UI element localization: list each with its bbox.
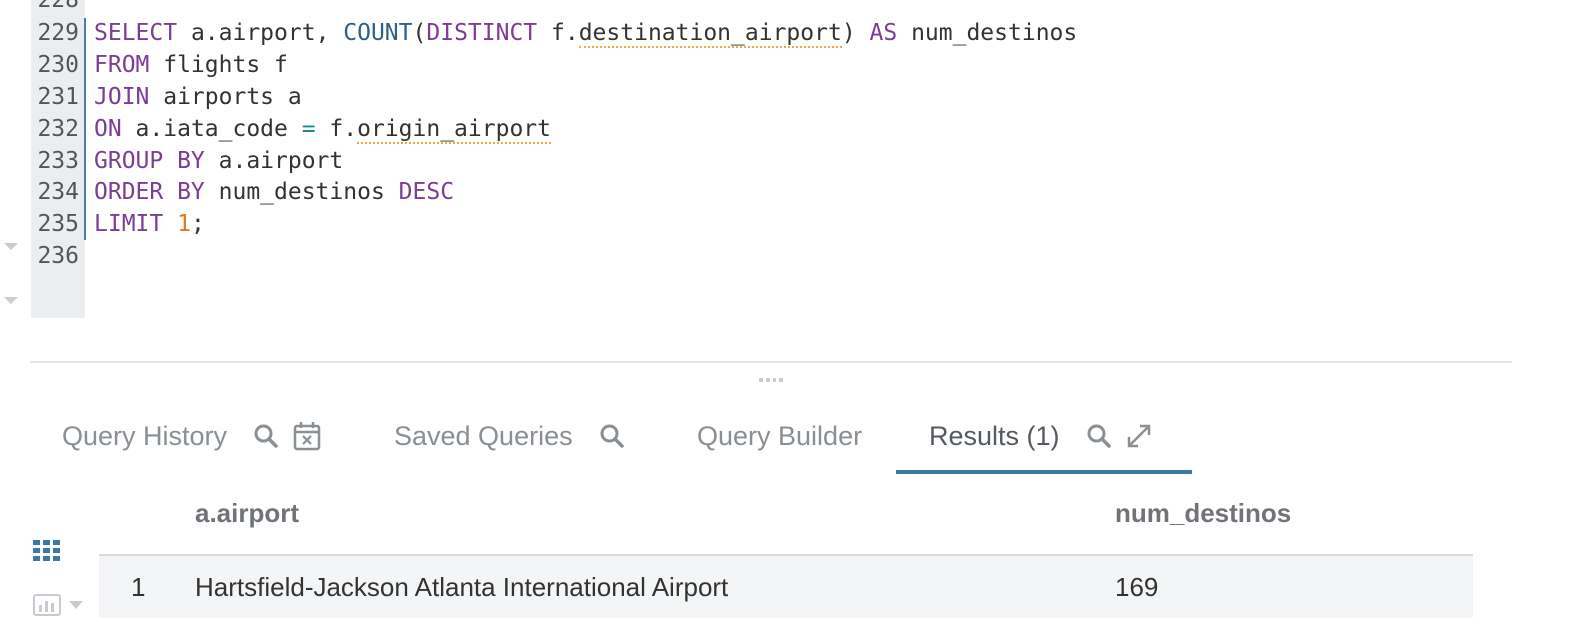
code-line[interactable]: 235 LIMIT 1; <box>31 208 205 240</box>
identifier: f. <box>315 116 358 142</box>
keyword: GROUP BY <box>94 148 205 174</box>
grid-view-icon[interactable] <box>33 540 60 567</box>
code-line[interactable]: 231 JOIN airports a <box>31 81 302 113</box>
code-line[interactable]: 236 <box>31 240 94 272</box>
line-number: 230 <box>37 52 79 78</box>
warning-identifier[interactable]: destination_airport <box>578 20 842 48</box>
fold-arrow-icon[interactable] <box>4 243 18 250</box>
keyword: AS <box>869 20 898 46</box>
identifier: flights f <box>149 52 288 78</box>
tab-results[interactable]: Results (1) <box>929 414 1152 458</box>
operator: = <box>301 116 316 142</box>
code-line[interactable]: 233 GROUP BY a.airport <box>31 145 343 177</box>
identifier: f. <box>537 20 579 46</box>
code-line[interactable]: 229 SELECT a.airport, COUNT(DISTINCT f.d… <box>31 17 1077 49</box>
punctuation: ( <box>412 20 427 46</box>
punctuation: ; <box>190 211 205 237</box>
code-text: JOIN airports a <box>94 81 302 113</box>
identifier: a.airport <box>204 148 344 174</box>
panel-divider <box>30 361 1512 363</box>
cell-num-destinos[interactable]: 169 <box>1115 567 1158 629</box>
cell-airport[interactable]: Hartsfield-Jackson Atlanta International… <box>195 567 728 629</box>
function-name: COUNT <box>343 20 413 46</box>
table-row[interactable]: 1 Hartsfield-Jackson Atlanta Internation… <box>99 556 1473 618</box>
keyword: LIMIT <box>94 211 164 237</box>
sql-editor[interactable]: 228 229 SELECT a.airport, COUNT(DISTINCT… <box>0 0 1578 320</box>
line-number: 234 <box>37 179 79 205</box>
keyword: JOIN <box>94 84 150 110</box>
keyword: SELECT <box>94 20 178 46</box>
identifier: airports a <box>149 84 302 110</box>
identifier: num_destinos <box>204 179 399 205</box>
search-icon[interactable] <box>253 423 279 449</box>
code-text: SELECT a.airport, COUNT(DISTINCT f.desti… <box>94 17 1077 49</box>
line-number: 235 <box>37 211 79 237</box>
code-line[interactable]: 228 <box>31 0 94 16</box>
code-text: LIMIT 1; <box>94 208 205 240</box>
tab-saved-queries[interactable]: Saved Queries <box>394 414 625 458</box>
identifier: a.iata_code <box>121 116 302 142</box>
code-text: ON a.iata_code = f.origin_airport <box>94 113 551 145</box>
tab-label: Saved Queries <box>394 420 573 451</box>
line-number: 232 <box>37 116 79 142</box>
active-tab-indicator <box>896 470 1192 474</box>
code-text: FROM flights f <box>94 49 288 81</box>
tab-label: Results (1) <box>929 420 1060 451</box>
keyword: FROM <box>94 52 150 78</box>
tab-label: Query Builder <box>697 420 863 451</box>
number-literal: 1 <box>177 211 191 237</box>
keyword: DISTINCT <box>426 20 538 46</box>
calendar-clear-icon[interactable] <box>293 421 321 451</box>
column-header-num-destinos[interactable]: num_destinos <box>1115 490 1291 536</box>
fold-arrow-icon[interactable] <box>4 297 18 304</box>
line-number: 229 <box>37 20 79 46</box>
punctuation: ) <box>841 20 870 46</box>
row-index: 1 <box>131 572 146 602</box>
warning-identifier[interactable]: origin_airport <box>357 116 551 144</box>
tab-query-builder[interactable]: Query Builder <box>697 414 862 458</box>
resize-handle[interactable] <box>759 378 783 384</box>
keyword: DESC <box>398 179 455 205</box>
code-line[interactable]: 232 ON a.iata_code = f.origin_airport <box>31 113 551 145</box>
code-text: ORDER BY num_destinos DESC <box>94 176 454 208</box>
line-number: 236 <box>37 243 79 269</box>
expand-icon[interactable] <box>1126 423 1152 449</box>
identifier: num_destinos <box>897 20 1078 46</box>
line-number: 233 <box>37 148 79 174</box>
chart-view-icon[interactable] <box>33 594 83 616</box>
code-line[interactable]: 234 ORDER BY num_destinos DESC <box>31 176 454 208</box>
chevron-down-icon[interactable] <box>69 600 83 610</box>
keyword: ORDER BY <box>94 179 205 205</box>
line-number: 228 <box>37 0 79 13</box>
code-text: GROUP BY a.airport <box>94 145 343 177</box>
tab-query-history[interactable]: Query History <box>62 414 321 458</box>
keyword: ON <box>94 116 122 142</box>
identifier: a.airport, <box>177 20 344 46</box>
line-number: 231 <box>37 84 79 110</box>
search-icon[interactable] <box>599 423 625 449</box>
search-icon[interactable] <box>1086 423 1112 449</box>
tab-label: Query History <box>62 420 228 451</box>
code-line[interactable]: 230 FROM flights f <box>31 49 288 81</box>
column-header-airport[interactable]: a.airport <box>195 490 299 536</box>
